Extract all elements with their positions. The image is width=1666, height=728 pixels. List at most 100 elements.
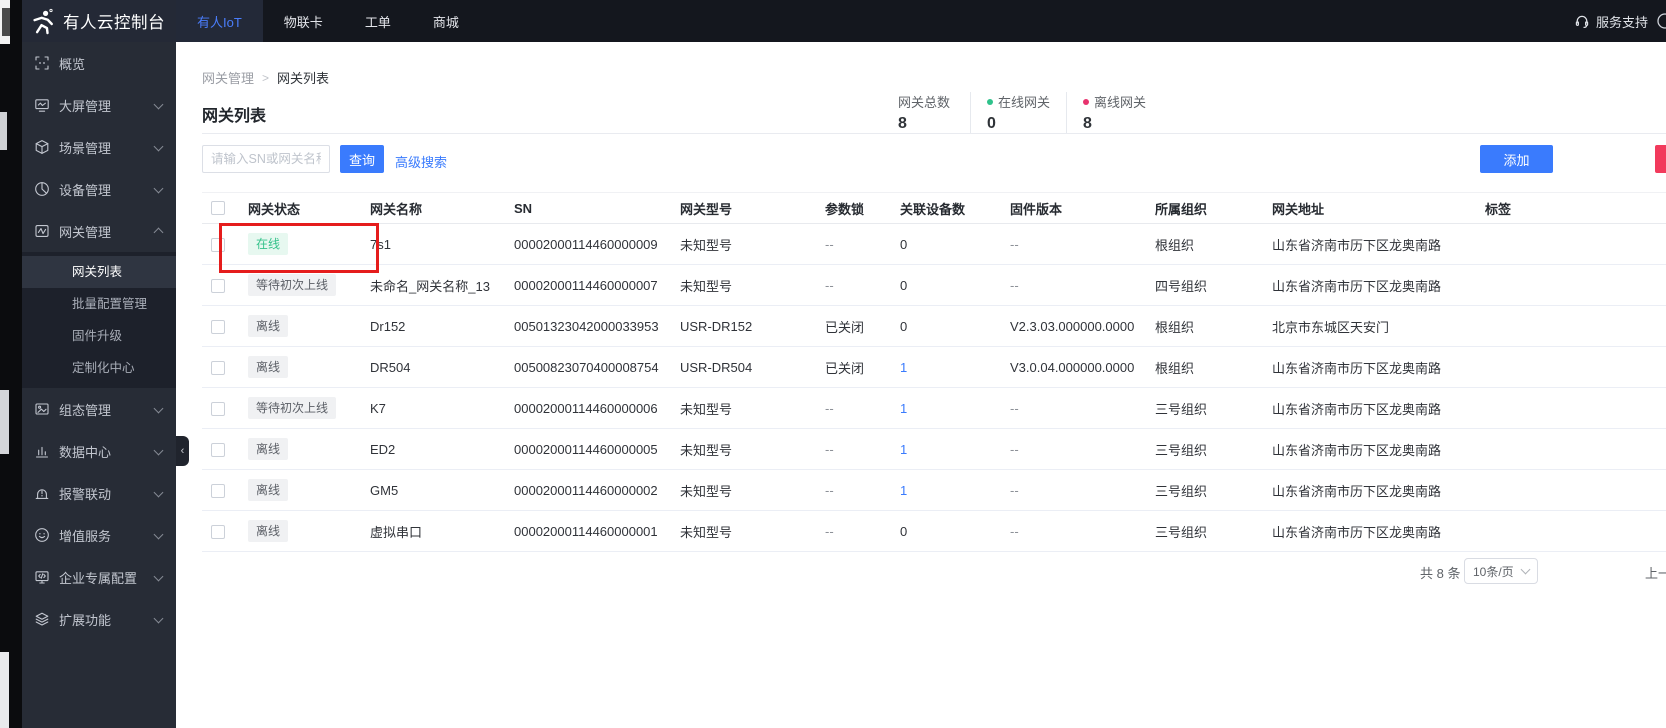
row-checkbox[interactable] bbox=[211, 483, 225, 498]
cell-status: 离线 bbox=[242, 355, 364, 379]
cell-status: 离线 bbox=[242, 437, 364, 461]
cell-firmware: -- bbox=[1010, 400, 1019, 416]
cell-model: USR-DR504 bbox=[680, 359, 753, 375]
row-checkbox[interactable] bbox=[211, 319, 225, 334]
row-checkbox[interactable] bbox=[211, 237, 225, 252]
row-checkbox[interactable] bbox=[211, 278, 225, 293]
sidebar-item[interactable]: 设备管理 bbox=[22, 168, 176, 210]
cell-model: 未知型号 bbox=[680, 278, 733, 294]
cell-address: 山东省济南市历下区龙奥南路 bbox=[1272, 442, 1442, 458]
sidebar-item-label: 数据中心 bbox=[59, 444, 112, 460]
online-dot-icon bbox=[987, 98, 993, 105]
row-checkbox[interactable] bbox=[211, 401, 225, 416]
sidebar-item[interactable]: 概览 bbox=[22, 42, 176, 84]
sidebar-item[interactable]: 网关管理 bbox=[22, 210, 176, 252]
sidebar-item[interactable]: 数据中心 bbox=[22, 430, 176, 472]
table-row: 离线 GM5 00002000114460000002 未知型号 -- 1 -- 三号组织 山东… bbox=[202, 470, 1666, 511]
user-menu-icon[interactable] bbox=[1655, 12, 1666, 30]
page-size-select[interactable]: 10条/页 bbox=[1464, 558, 1538, 584]
cell-firmware: -- bbox=[1010, 482, 1019, 498]
cell-sn: 00002000114460000009 bbox=[514, 236, 658, 252]
cell-sn: 00501323042000033953 bbox=[514, 318, 659, 334]
add-button[interactable]: 添加 bbox=[1480, 145, 1553, 173]
extension-icon bbox=[33, 611, 50, 628]
stat-offline: 离线网关 8 bbox=[1066, 92, 1162, 133]
stat-total: 网关总数 8 bbox=[898, 92, 970, 133]
cell-gateway-name: K7 bbox=[370, 400, 386, 416]
sidebar-submenu: 网关列表 批量配置管理 固件升级 定制化中心 bbox=[22, 252, 176, 388]
breadcrumb-parent[interactable]: 网关管理 bbox=[202, 68, 254, 87]
brand: 有人云控制台 bbox=[22, 0, 176, 42]
stat-offline-label: 离线网关 bbox=[1094, 95, 1147, 110]
column-header: 网关地址 bbox=[1272, 201, 1325, 217]
support-label: 服务支持 bbox=[1595, 14, 1648, 30]
table-body: 在线 7s1 00002000114460000009 未知型号 -- 0 -- 根组织 山东省… bbox=[202, 224, 1666, 552]
cell-gateway-name: GM5 bbox=[370, 482, 399, 498]
row-checkbox[interactable] bbox=[211, 524, 225, 539]
offline-dot-icon bbox=[1083, 98, 1090, 105]
advanced-search-link[interactable]: 高级搜索 bbox=[395, 152, 447, 171]
sidebar-subitem[interactable]: 定制化中心 bbox=[22, 352, 176, 384]
status-badge: 等待初次上线 bbox=[248, 396, 337, 420]
row-checkbox[interactable] bbox=[211, 360, 225, 375]
cell-gateway-name: 虚拟串口 bbox=[370, 524, 423, 540]
danger-button[interactable] bbox=[1655, 145, 1666, 173]
table-row: 离线 Dr152 00501323042000033953 USR-DR152 已关闭 0… bbox=[202, 306, 1666, 347]
sidebar-subitem[interactable]: 批量配置管理 bbox=[22, 288, 176, 320]
cell-device-count[interactable]: 1 bbox=[894, 442, 1004, 457]
topbar-right[interactable]: 服务支持 bbox=[1574, 0, 1648, 42]
sidebar-item[interactable]: 场景管理 bbox=[22, 126, 176, 168]
sidebar-item[interactable]: 增值服务 bbox=[22, 514, 176, 556]
cell-sn: 00002000114460000002 bbox=[514, 482, 658, 498]
sidebar-item-label: 大屏管理 bbox=[59, 98, 112, 114]
stat-online: 在线网关 0 bbox=[970, 92, 1066, 133]
cell-address: 山东省济南市历下区龙奥南路 bbox=[1272, 483, 1442, 499]
cell-param-lock: -- bbox=[825, 523, 834, 539]
cell-sn: 00500823070400008754 bbox=[514, 359, 659, 375]
sidebar-collapse-handle[interactable]: ‹ bbox=[176, 436, 189, 466]
sidebar-subitem[interactable]: 网关列表 bbox=[22, 256, 176, 288]
background-window-fragment bbox=[0, 112, 7, 150]
chevron-down-icon bbox=[153, 99, 164, 109]
table-row: 在线 7s1 00002000114460000009 未知型号 -- 0 -- 根组织 山东省… bbox=[202, 224, 1666, 265]
stat-offline-value: 8 bbox=[1083, 115, 1092, 132]
table-row: 离线 ED2 00002000114460000005 未知型号 -- 1 -- 三号组织 山东… bbox=[202, 429, 1666, 470]
topnav-tab[interactable]: 商城 bbox=[412, 0, 480, 42]
usr-runner-logo-icon bbox=[29, 8, 56, 35]
topnav-tabs: 有人IoT 物联卡 工单 商城 bbox=[176, 0, 480, 42]
row-checkbox-cell bbox=[202, 441, 242, 457]
cell-address: 山东省济南市历下区龙奥南路 bbox=[1272, 360, 1442, 376]
cell-model: 未知型号 bbox=[680, 483, 733, 499]
cell-device-count[interactable]: 1 bbox=[894, 483, 1004, 498]
cell-model: 未知型号 bbox=[680, 237, 733, 253]
prev-page-button[interactable]: 上一页 bbox=[1645, 563, 1666, 582]
topnav-tab[interactable]: 有人IoT bbox=[176, 0, 263, 42]
query-button[interactable]: 查询 bbox=[340, 145, 384, 173]
cell-device-count: 0 bbox=[900, 523, 908, 539]
sidebar-item[interactable]: 扩展功能 bbox=[22, 598, 176, 640]
header-checkbox-cell bbox=[202, 199, 242, 217]
sidebar-subitem[interactable]: 固件升级 bbox=[22, 320, 176, 352]
sidebar-item-label: 企业专属配置 bbox=[59, 570, 138, 586]
sidebar-item[interactable]: 企业专属配置 bbox=[22, 556, 176, 598]
cell-gateway-name: 未命名_网关名称_13 bbox=[370, 278, 490, 294]
cell-device-count[interactable]: 1 bbox=[894, 401, 1004, 416]
search-input[interactable] bbox=[202, 145, 330, 173]
cell-gateway-name: DR504 bbox=[370, 359, 411, 375]
cell-device-count[interactable]: 1 bbox=[894, 360, 1004, 375]
sidebar-item[interactable]: 报警联动 bbox=[22, 472, 176, 514]
cell-status: 离线 bbox=[242, 478, 364, 502]
column-header: 网关型号 bbox=[680, 201, 733, 217]
topnav-tab[interactable]: 工单 bbox=[344, 0, 412, 42]
row-checkbox[interactable] bbox=[211, 442, 225, 457]
sidebar-item[interactable]: 大屏管理 bbox=[22, 84, 176, 126]
cell-org: 三号组织 bbox=[1155, 483, 1208, 499]
cell-sn: 00002000114460000007 bbox=[514, 277, 658, 293]
sidebar-item[interactable]: 组态管理 bbox=[22, 388, 176, 430]
enterprise-icon bbox=[33, 569, 50, 586]
breadcrumb: 网关管理 > 网关列表 bbox=[202, 68, 329, 87]
select-all-checkbox[interactable] bbox=[211, 200, 225, 215]
cell-address: 山东省济南市历下区龙奥南路 bbox=[1272, 524, 1442, 540]
cell-org: 根组织 bbox=[1155, 237, 1195, 253]
topnav-tab[interactable]: 物联卡 bbox=[263, 0, 344, 42]
